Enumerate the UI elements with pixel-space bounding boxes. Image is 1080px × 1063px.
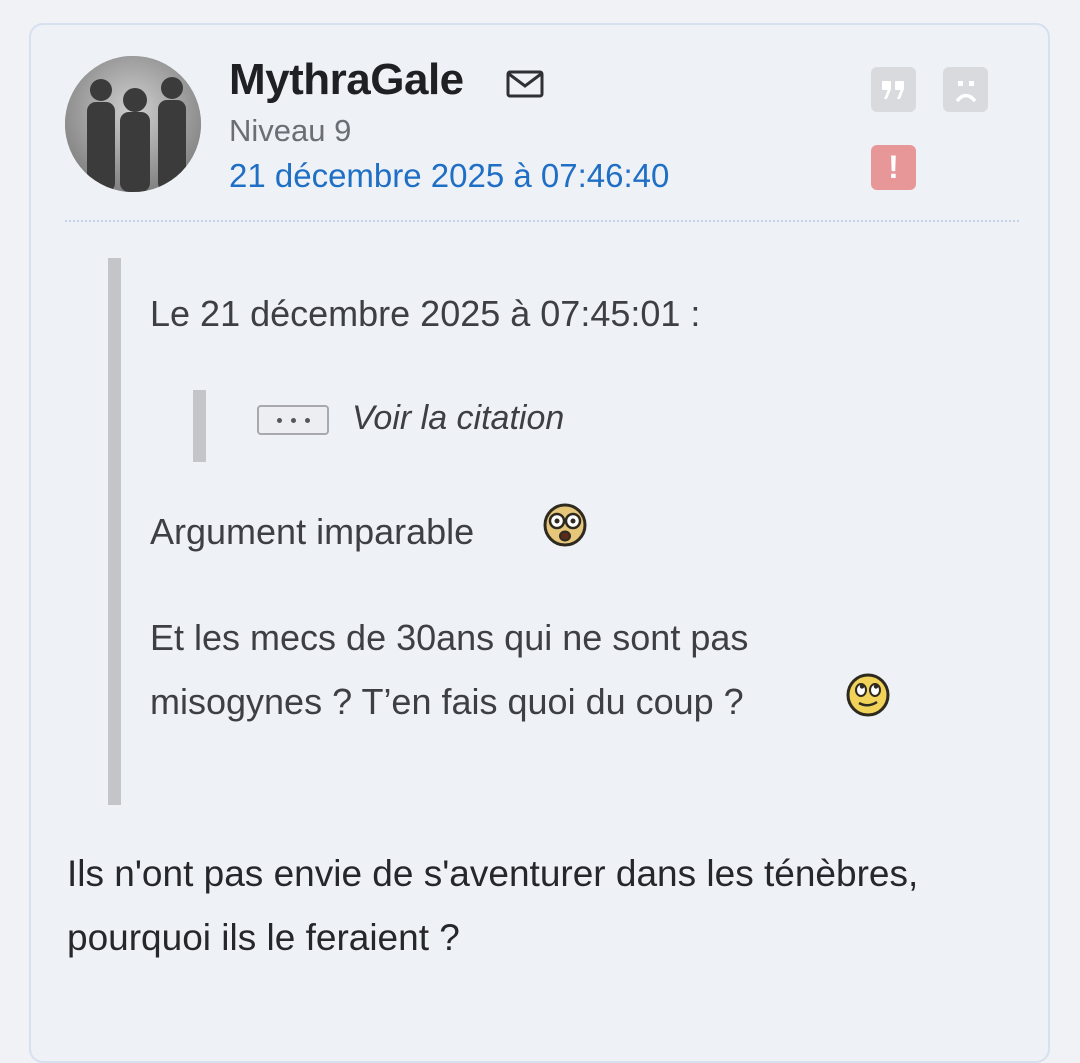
author-name[interactable]: MythraGale: [229, 55, 464, 105]
message-line: Ils n'ont pas envie de s'aventurer dans …: [67, 853, 919, 894]
dot: [290, 417, 296, 423]
blockquote-bar: [108, 258, 121, 805]
avatar-image: [65, 56, 201, 192]
post-date-link[interactable]: 21 décembre 2025 à 07:46:40: [229, 157, 669, 195]
quote-line: misogynes ? T’en fais quoi du coup ?: [150, 681, 744, 722]
quote-icon: [881, 80, 904, 99]
quote-line: Argument imparable: [150, 511, 475, 552]
avatar[interactable]: [65, 56, 201, 192]
expand-quote-button[interactable]: [257, 405, 329, 435]
forum-post: MythraGale Niveau 9 21 décembre 2025 à 0…: [29, 23, 1050, 1063]
alert-icon: !: [888, 149, 899, 185]
nested-quote-bar: [193, 390, 206, 462]
quote-line: Et les mecs de 30ans qui ne sont pas: [150, 617, 749, 658]
dot: [304, 417, 310, 423]
header-divider: [65, 220, 1019, 222]
envelope-icon[interactable]: [505, 69, 545, 99]
quote-header: Le 21 décembre 2025 à 07:45:01 :: [150, 293, 701, 334]
sad-face-icon: [955, 80, 976, 102]
shocked-smiley-icon: [543, 503, 587, 547]
rolling-eyes-smiley-icon: [846, 673, 890, 717]
dot: [276, 417, 282, 423]
sad-face-button[interactable]: [943, 67, 988, 112]
quote-button[interactable]: [871, 67, 916, 112]
report-button[interactable]: !: [871, 145, 916, 190]
author-level: Niveau 9: [229, 113, 352, 148]
show-quote-link[interactable]: Voir la citation: [352, 399, 564, 438]
message-line: pourquoi ils le feraient ?: [67, 917, 460, 958]
